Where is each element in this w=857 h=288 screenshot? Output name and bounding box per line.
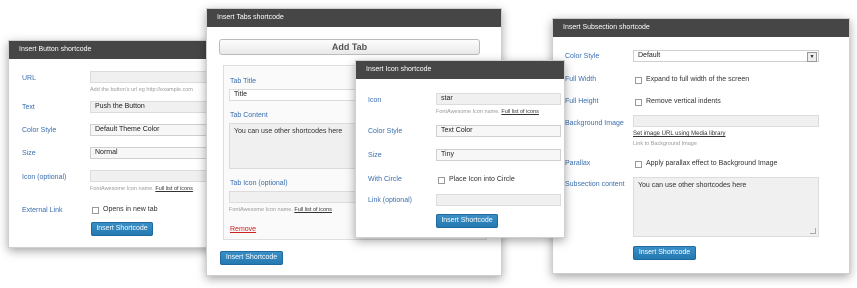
icon-hint: FontAwesome Icon name. Full list of icon… <box>90 186 193 192</box>
dialog-title: Insert Button shortcode <box>9 41 219 59</box>
dialog-title: Insert Tabs shortcode <box>207 9 501 27</box>
parallax-label: Parallax <box>565 160 591 167</box>
size-label: Size <box>22 150 36 157</box>
color-style-select[interactable]: Default Theme Color <box>90 124 215 136</box>
full-height-checkbox[interactable] <box>635 99 642 106</box>
url-hint: Add the button's url eg http://example.c… <box>90 87 193 93</box>
full-width-label: Full Width <box>565 76 597 83</box>
subsection-content-textarea[interactable]: You can use other shortcodes here <box>633 177 819 237</box>
icon-shortcode-dialog: Insert Icon shortcode Icon star FontAwes… <box>355 60 565 238</box>
insert-shortcode-button[interactable]: Insert Shortcode <box>91 222 153 236</box>
icon-hint: FontAwesome Icon name. Full list of icon… <box>436 109 539 115</box>
text-label: Text <box>22 104 35 111</box>
add-tab-button[interactable]: Add Tab <box>219 39 480 55</box>
tab-icon-hint-text: FontAwesome Icon name. <box>229 207 293 213</box>
icon-hint-text: FontAwesome Icon name. <box>90 186 154 192</box>
insert-shortcode-button[interactable]: Insert Shortcode <box>633 246 696 260</box>
external-link-label: External Link <box>22 207 63 214</box>
background-image-input[interactable] <box>633 115 819 127</box>
dialog-title: Insert Icon shortcode <box>356 61 564 79</box>
tab-title-label: Tab Title <box>230 78 257 85</box>
icon-label: Icon (optional) <box>22 174 67 181</box>
color-style-select[interactable]: Default ▼ <box>633 50 819 62</box>
full-height-label: Full Height <box>565 98 599 105</box>
with-circle-checkbox-label: Place Icon into Circle <box>449 176 515 183</box>
icon-list-link[interactable]: Full list of icons <box>155 186 193 192</box>
with-circle-checkbox[interactable] <box>438 177 445 184</box>
icon-hint-text: FontAwesome Icon name. <box>436 109 500 115</box>
url-input[interactable] <box>90 71 215 83</box>
with-circle-label: With Circle <box>368 176 402 183</box>
tab-icon-list-link[interactable]: Full list of icons <box>294 207 332 213</box>
background-image-hint: Link to Background Image <box>633 141 697 147</box>
subsection-content-value: You can use other shortcodes here <box>638 182 747 189</box>
button-shortcode-dialog: Insert Button shortcode URL Add the butt… <box>8 40 220 248</box>
url-label: URL <box>22 75 37 82</box>
parallax-checkbox[interactable] <box>635 161 642 168</box>
icon-list-link[interactable]: Full list of icons <box>501 109 539 115</box>
link-input[interactable] <box>436 194 561 206</box>
chevron-down-icon: ▼ <box>807 52 817 62</box>
size-select[interactable]: Tiny <box>436 149 561 161</box>
resize-grip-icon[interactable] <box>810 228 816 234</box>
media-library-link[interactable]: Set image URL using Media library <box>633 131 725 137</box>
color-style-value: Default <box>638 52 661 59</box>
subsection-content-label: Subsection content <box>565 181 625 188</box>
tab-icon-label: Tab Icon (optional) <box>230 180 288 187</box>
color-style-label: Color Style <box>368 128 403 135</box>
full-height-checkbox-label: Remove vertical indents <box>646 98 721 105</box>
tab-content-label: Tab Content <box>230 112 268 119</box>
color-style-label: Color Style <box>565 53 600 60</box>
insert-shortcode-button[interactable]: Insert Shortcode <box>436 214 498 228</box>
size-label: Size <box>368 152 382 159</box>
icon-label: Icon <box>368 97 382 104</box>
subsection-shortcode-dialog: Insert Subsection shortcode Color Style … <box>552 18 850 274</box>
color-style-label: Color Style <box>22 127 57 134</box>
icon-input[interactable] <box>90 170 215 182</box>
full-width-checkbox[interactable] <box>635 77 642 84</box>
size-select[interactable]: Normal <box>90 147 215 159</box>
tab-icon-hint: FontAwesome Icon name. Full list of icon… <box>229 207 332 213</box>
external-link-checkbox[interactable] <box>92 207 99 214</box>
remove-tab-link[interactable]: Remove <box>230 226 256 233</box>
text-input[interactable]: Push the Button <box>90 101 215 113</box>
background-image-label: Background Image <box>565 120 624 127</box>
parallax-checkbox-label: Apply parallax effect to Background Imag… <box>646 160 778 167</box>
link-label: Link (optional) <box>368 197 412 204</box>
insert-shortcode-button[interactable]: Insert Shortcode <box>220 251 283 265</box>
dialog-title: Insert Subsection shortcode <box>553 19 849 37</box>
external-link-checkbox-label: Opens in new tab <box>103 206 158 213</box>
icon-input[interactable]: star <box>436 93 561 105</box>
full-width-checkbox-label: Expand to full width of the screen <box>646 76 750 83</box>
color-style-select[interactable]: Text Color <box>436 125 561 137</box>
